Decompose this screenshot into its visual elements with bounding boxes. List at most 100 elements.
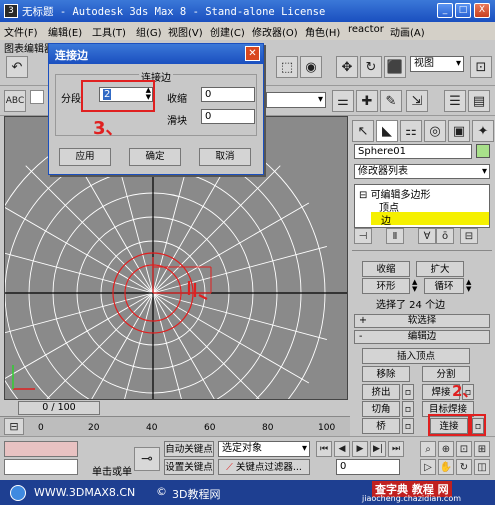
- display-tab-icon[interactable]: ▣: [448, 120, 470, 142]
- prev-frame-icon[interactable]: ◀: [334, 441, 350, 457]
- move-icon[interactable]: ✥: [336, 56, 358, 78]
- object-color-swatch[interactable]: [476, 144, 490, 158]
- undo-icon[interactable]: ↶: [6, 56, 28, 78]
- tick-0: 0: [38, 423, 44, 433]
- zoom-all-icon[interactable]: ⊕: [438, 441, 454, 457]
- create-tab-icon[interactable]: ↖: [352, 120, 374, 142]
- panel-divider: [352, 250, 492, 251]
- schematic-icon[interactable]: ⇲: [406, 90, 428, 112]
- menu-views[interactable]: 视图(V): [168, 24, 203, 39]
- object-name-field[interactable]: Sphere01: [354, 144, 472, 159]
- time-slider[interactable]: 0 / 100: [0, 400, 350, 416]
- insert-vertex-button[interactable]: 插入顶点: [362, 348, 470, 364]
- select-region-icon[interactable]: ⬚: [276, 56, 298, 78]
- zoom-extents-all-icon[interactable]: ⊞: [474, 441, 490, 457]
- select-filter-icon[interactable]: ◉: [300, 56, 322, 78]
- text-tool-icon[interactable]: ABC: [4, 90, 26, 112]
- pivot-center-icon[interactable]: ⊡: [470, 56, 492, 78]
- curve-editor-icon[interactable]: ✎: [380, 90, 402, 112]
- maximize-viewport-icon[interactable]: ◫: [474, 459, 490, 475]
- remove-button[interactable]: 移除: [362, 366, 410, 382]
- loop-spinner-icon[interactable]: ▲ ▼: [466, 279, 471, 293]
- rotate-icon[interactable]: ↻: [360, 56, 382, 78]
- layers-icon[interactable]: ☰: [444, 90, 466, 112]
- graph-editors-menu[interactable]: 图表编辑器: [4, 40, 54, 55]
- key-mode-select[interactable]: 选定对象 ▾: [218, 441, 310, 457]
- stack-item-edge[interactable]: 边: [371, 212, 489, 227]
- menu-tools[interactable]: 工具(T): [92, 24, 126, 39]
- bridge-settings-icon[interactable]: ▫: [402, 418, 414, 434]
- maxscript-input[interactable]: [4, 459, 78, 475]
- ring-button[interactable]: 环形: [362, 278, 410, 294]
- pin-stack-icon[interactable]: ⊣: [354, 228, 372, 244]
- loop-button[interactable]: 循环: [424, 278, 464, 294]
- current-frame-field[interactable]: 0: [336, 459, 400, 475]
- cancel-button[interactable]: 取消: [199, 148, 251, 166]
- annotation-segments-highlight: [81, 80, 155, 112]
- modifier-list-dropdown[interactable]: 修改器列表 ▾: [354, 164, 490, 179]
- scale-icon[interactable]: ⬛: [384, 56, 406, 78]
- render-icon[interactable]: ▤: [468, 90, 490, 112]
- tick-60: 60: [204, 423, 216, 433]
- minimize-button[interactable]: _: [437, 3, 453, 18]
- soft-selection-rollout[interactable]: + 软选择: [354, 314, 490, 328]
- chamfer-settings-icon[interactable]: ▫: [402, 401, 414, 417]
- next-frame-icon[interactable]: ▶|: [370, 441, 386, 457]
- watermark-url: jiaocheng.chazidian.com: [362, 494, 462, 503]
- ring-spinner-icon[interactable]: ▲ ▼: [412, 279, 417, 293]
- menu-file[interactable]: 文件(F): [4, 24, 38, 39]
- menu-animation[interactable]: 动画(A): [390, 24, 425, 39]
- named-selection-field[interactable]: ▾: [266, 92, 326, 108]
- track-bar[interactable]: ⊟ 0 20 40 60 80 100: [0, 416, 350, 436]
- menu-create[interactable]: 创建(C): [210, 24, 245, 39]
- remove-modifier-icon[interactable]: ō: [436, 228, 454, 244]
- track-bar-icon[interactable]: ⊟: [4, 418, 24, 435]
- stack-item-editable-poly[interactable]: ⊟ 可编辑多边形: [359, 186, 485, 201]
- goto-end-icon[interactable]: ⏭: [388, 441, 404, 457]
- goto-start-icon[interactable]: ⏮: [316, 441, 332, 457]
- menu-character[interactable]: 角色(H): [305, 24, 340, 39]
- chamfer-button[interactable]: 切角: [362, 401, 400, 417]
- dialog-close-button[interactable]: ✕: [245, 46, 260, 61]
- play-icon[interactable]: ▶: [352, 441, 368, 457]
- utilities-tab-icon[interactable]: ✦: [472, 120, 494, 142]
- maximize-button[interactable]: □: [455, 3, 471, 18]
- checkbox-icon[interactable]: [30, 90, 44, 104]
- apply-button[interactable]: 应用: [59, 148, 111, 166]
- close-button[interactable]: X: [474, 3, 490, 18]
- mirror-icon[interactable]: ⚌: [332, 90, 354, 112]
- pan-icon[interactable]: ✋: [438, 459, 454, 475]
- zoom-extents-icon[interactable]: ⊡: [456, 441, 472, 457]
- bridge-button[interactable]: 桥: [362, 418, 400, 434]
- auto-key-button[interactable]: 自动关键点: [164, 441, 214, 457]
- make-unique-icon[interactable]: ∀: [418, 228, 436, 244]
- hierarchy-tab-icon[interactable]: ⚏: [400, 120, 422, 142]
- menu-group[interactable]: 组(G): [136, 24, 162, 39]
- edit-edges-rollout[interactable]: - 编辑边: [354, 330, 490, 344]
- reference-coordinate-select[interactable]: 视图 ▾: [410, 56, 464, 72]
- shrink-button[interactable]: 收缩: [362, 261, 410, 277]
- key-icon[interactable]: ⊸: [134, 447, 160, 471]
- menu-modifiers[interactable]: 修改器(O): [252, 24, 298, 39]
- pinch-spinner[interactable]: 0: [201, 87, 255, 102]
- slide-spinner[interactable]: 0: [201, 109, 255, 124]
- zoom-icon[interactable]: ⌕: [420, 441, 436, 457]
- field-of-view-icon[interactable]: ▷: [420, 459, 436, 475]
- time-slider-thumb[interactable]: 0 / 100: [18, 401, 100, 415]
- maxscript-listener[interactable]: [4, 441, 78, 457]
- arc-rotate-icon[interactable]: ↻: [456, 459, 472, 475]
- grow-button[interactable]: 扩大: [416, 261, 464, 277]
- key-filters-button[interactable]: ⟋ 关键点过滤器...: [218, 459, 310, 475]
- ok-button[interactable]: 确定: [129, 148, 181, 166]
- menu-edit[interactable]: 编辑(E): [48, 24, 82, 39]
- modify-tab-icon[interactable]: ◣: [376, 120, 398, 142]
- extrude-button[interactable]: 挤出: [362, 384, 400, 400]
- extrude-settings-icon[interactable]: ▫: [402, 384, 414, 400]
- motion-tab-icon[interactable]: ◎: [424, 120, 446, 142]
- align-icon[interactable]: ✚: [356, 90, 378, 112]
- show-end-result-icon[interactable]: Ⅱ: [386, 228, 404, 244]
- set-key-button[interactable]: 设置关键点: [164, 459, 214, 475]
- chevron-down-icon: ▾: [481, 166, 487, 177]
- menu-reactor[interactable]: reactor: [348, 24, 384, 35]
- configure-sets-icon[interactable]: ⊟: [460, 228, 478, 244]
